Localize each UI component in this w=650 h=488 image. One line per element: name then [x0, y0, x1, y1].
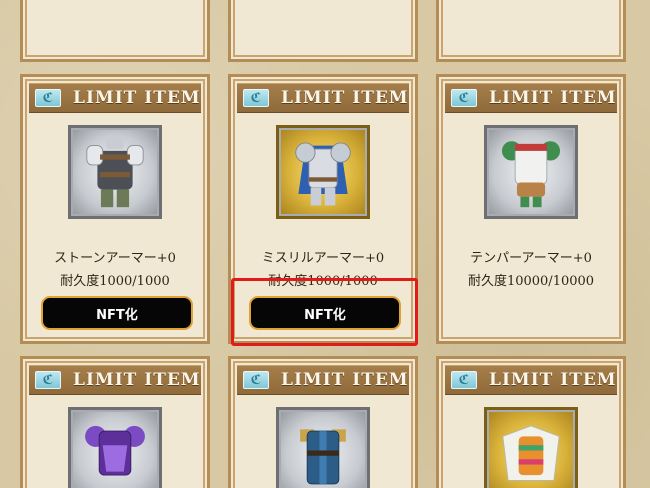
limit-item-header: ℭ LIMIT ITEM	[237, 365, 409, 395]
item-card[interactable]: ℭ LIMIT ITEM	[228, 356, 418, 488]
limit-tag-icon: ℭ	[451, 89, 477, 107]
limit-item-header: ℭ LIMIT ITEM	[29, 365, 201, 395]
feather-armor-icon	[484, 407, 578, 488]
item-card-top-1	[20, 0, 210, 62]
limit-item-header: ℭ LIMIT ITEM	[445, 83, 617, 113]
item-durability: 耐久度1000/1000	[60, 274, 170, 289]
item-card[interactable]: ℭ LIMIT ITEM	[20, 356, 210, 488]
item-name: ストーンアーマー+0	[54, 251, 176, 266]
item-card[interactable]: ℭ LIMIT ITEM ストーンアーマー+0 耐久度1000/1000 NFT…	[20, 74, 210, 344]
item-card[interactable]: ℭ LIMIT ITEM ミスリルアーマー+0 耐久度1000/1000 NFT…	[228, 74, 418, 344]
limit-tag-icon: ℭ	[451, 371, 477, 389]
stone-armor-icon	[68, 125, 162, 219]
limit-item-label: LIMIT ITEM	[489, 370, 617, 390]
item-card-top-3	[436, 0, 626, 62]
temper-armor-icon	[484, 125, 578, 219]
limit-item-header: ℭ LIMIT ITEM	[237, 83, 409, 113]
limit-tag-icon: ℭ	[35, 89, 61, 107]
limit-tag-icon: ℭ	[243, 371, 269, 389]
limit-item-header: ℭ LIMIT ITEM	[29, 83, 201, 113]
item-card[interactable]: ℭ LIMIT ITEM テンパーアーマー+0 耐久度10000/10000	[436, 74, 626, 344]
blue-coat-armor-icon	[276, 407, 370, 488]
item-card[interactable]: ℭ LIMIT ITEM	[436, 356, 626, 488]
nft-convert-button[interactable]: NFT化	[41, 296, 193, 330]
limit-tag-icon: ℭ	[243, 89, 269, 107]
item-grid: ℭ LIMIT ITEM ストーンアーマー+0 耐久度1000/1000 NFT…	[0, 0, 650, 488]
item-name: ミスリルアーマー+0	[261, 251, 385, 266]
item-card-top-2	[228, 0, 418, 62]
limit-item-label: LIMIT ITEM	[281, 370, 409, 390]
purple-armor-icon	[68, 407, 162, 488]
limit-item-label: LIMIT ITEM	[73, 88, 201, 108]
limit-item-label: LIMIT ITEM	[281, 88, 409, 108]
item-durability: 耐久度10000/10000	[467, 274, 595, 289]
limit-item-label: LIMIT ITEM	[73, 370, 201, 390]
item-durability: 耐久度1000/1000	[268, 274, 378, 289]
mithril-armor-icon	[276, 125, 370, 219]
limit-item-header: ℭ LIMIT ITEM	[445, 365, 617, 395]
nft-convert-button[interactable]: NFT化	[249, 296, 401, 330]
limit-tag-icon: ℭ	[35, 371, 61, 389]
limit-item-label: LIMIT ITEM	[489, 88, 617, 108]
item-name: テンパーアーマー+0	[470, 251, 592, 266]
